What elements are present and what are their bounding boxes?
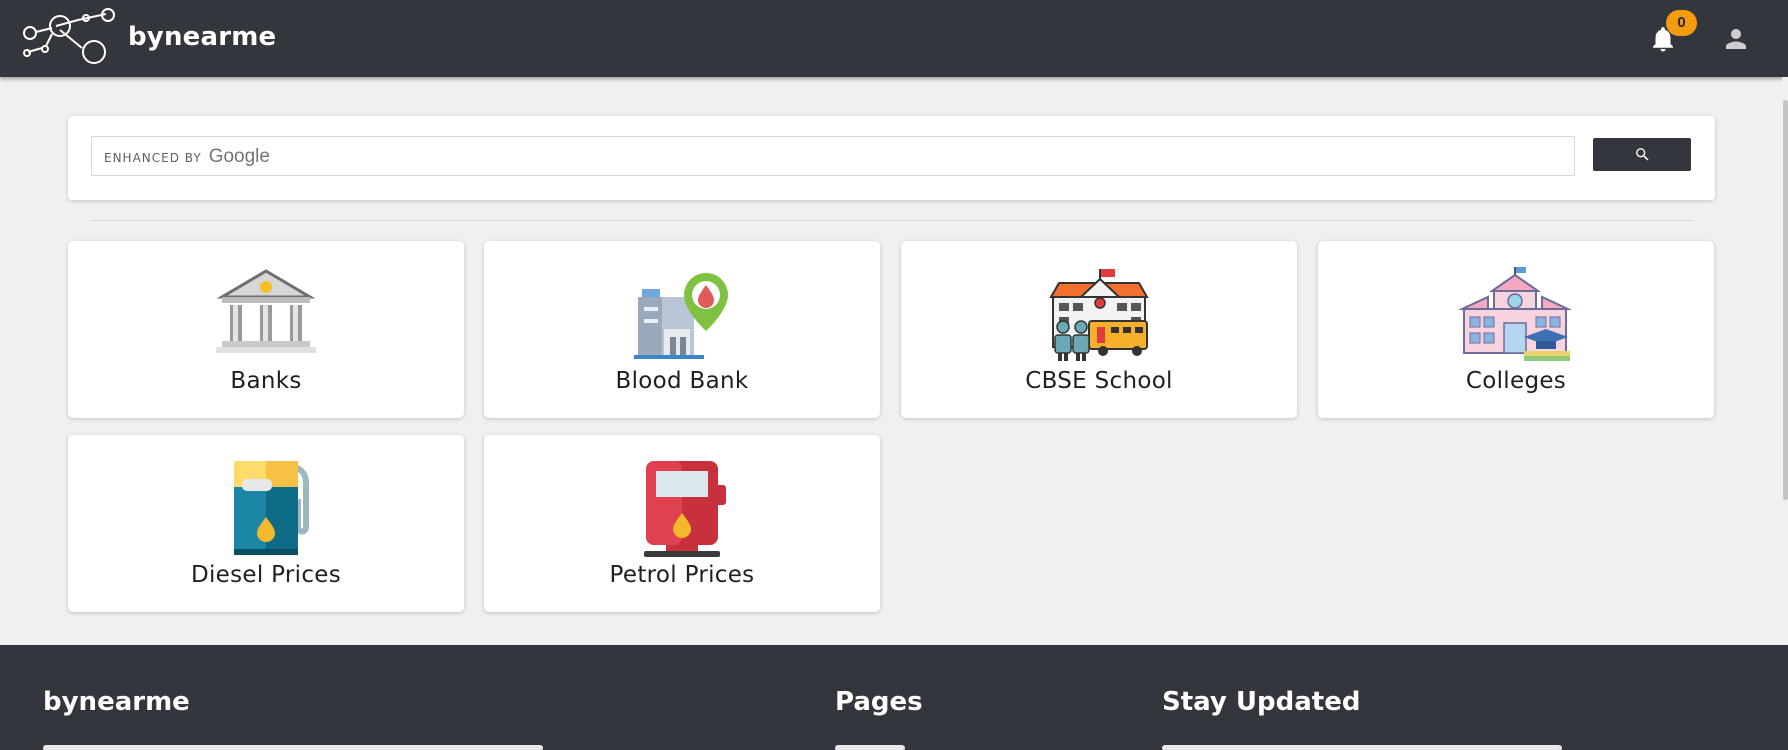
top-navbar: bynearme 0 <box>0 0 1788 77</box>
search-input[interactable]: ENHANCED BY Google <box>91 136 1575 176</box>
brand-name[interactable]: bynearme <box>128 22 276 52</box>
user-account-button[interactable] <box>1721 24 1751 54</box>
school-icon <box>1049 269 1149 361</box>
petrol-pump-icon <box>644 461 726 557</box>
network-logo-icon[interactable] <box>20 6 120 68</box>
footer-pages-heading: Pages <box>835 687 923 717</box>
category-label: Banks <box>230 368 302 394</box>
search-card: ENHANCED BY Google <box>68 116 1715 200</box>
college-icon <box>1458 267 1572 361</box>
bank-building-icon <box>216 269 316 353</box>
footer-subscribe-line <box>1162 745 1562 750</box>
google-wordmark: Google <box>208 146 270 167</box>
category-label: Petrol Prices <box>609 562 755 588</box>
google-watermark: ENHANCED BY Google <box>104 146 270 168</box>
site-footer: bynearme Pages Stay Updated <box>0 645 1788 750</box>
category-label: Blood Bank <box>615 368 749 394</box>
category-label: Colleges <box>1465 368 1567 394</box>
category-card-petrol-prices[interactable]: Petrol Prices <box>484 435 880 612</box>
enhanced-by-text: ENHANCED BY <box>104 151 202 165</box>
category-label: CBSE School <box>1025 368 1173 394</box>
category-card-banks[interactable]: Banks <box>68 241 464 418</box>
category-card-colleges[interactable]: Colleges <box>1318 241 1714 418</box>
blood-bank-icon <box>634 273 728 359</box>
page-scrollbar-thumb[interactable] <box>1783 100 1788 500</box>
category-label: Diesel Prices <box>190 562 342 588</box>
category-card-diesel-prices[interactable]: Diesel Prices <box>68 435 464 612</box>
section-divider <box>91 220 1693 221</box>
user-icon <box>1726 29 1746 49</box>
notification-count-badge: 0 <box>1666 10 1697 36</box>
diesel-pump-icon <box>234 461 309 555</box>
search-button[interactable] <box>1593 138 1691 171</box>
search-icon <box>1636 148 1649 161</box>
footer-brand: bynearme <box>43 687 190 717</box>
category-card-cbse-school[interactable]: CBSE School <box>901 241 1297 418</box>
category-card-blood-bank[interactable]: Blood Bank <box>484 241 880 418</box>
footer-description-line <box>43 745 543 750</box>
footer-pages-link-line[interactable] <box>835 745 905 750</box>
footer-stay-updated-heading: Stay Updated <box>1162 687 1361 717</box>
